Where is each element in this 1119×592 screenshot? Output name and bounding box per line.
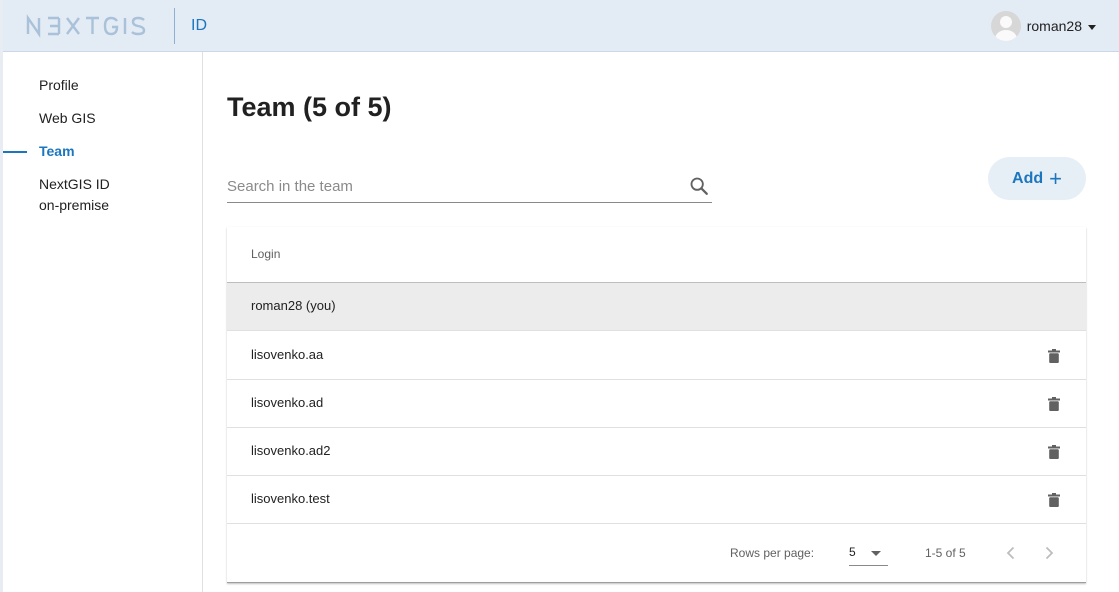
sidebar-item-web-gis[interactable]: Web GIS bbox=[39, 108, 96, 129]
caret-down-icon bbox=[871, 551, 881, 556]
column-header-login[interactable]: Login bbox=[251, 247, 280, 261]
user-menu[interactable]: roman28 bbox=[990, 11, 1096, 41]
sidebar-item-team[interactable]: Team bbox=[39, 141, 75, 162]
username: roman28 bbox=[1026, 18, 1082, 34]
active-indicator bbox=[3, 151, 27, 153]
table-header: Login bbox=[227, 227, 1086, 283]
chevron-right-icon[interactable] bbox=[1037, 541, 1061, 565]
trash-icon[interactable] bbox=[1048, 397, 1060, 411]
table-pagination: Rows per page: 5 1-5 of 5 bbox=[227, 524, 1086, 583]
trash-icon[interactable] bbox=[1048, 445, 1060, 459]
rows-per-page-label: Rows per page: bbox=[730, 546, 815, 560]
pagination-range: 1-5 of 5 bbox=[925, 546, 966, 560]
logo-wordmark bbox=[26, 14, 146, 38]
logo-divider bbox=[174, 8, 175, 44]
trash-icon[interactable] bbox=[1048, 493, 1060, 507]
row-login: lisovenko.test bbox=[251, 491, 330, 506]
search-field bbox=[227, 172, 712, 203]
table-row[interactable]: lisovenko.test bbox=[227, 476, 1086, 524]
search-icon[interactable] bbox=[688, 175, 710, 197]
sidebar-item-label: NextGIS ID bbox=[39, 176, 110, 192]
sidebar-item-profile[interactable]: Profile bbox=[39, 75, 79, 96]
table-row[interactable]: lisovenko.ad2 bbox=[227, 428, 1086, 476]
row-login: lisovenko.ad bbox=[251, 395, 324, 410]
plus-icon: + bbox=[1049, 165, 1062, 191]
table-row[interactable]: lisovenko.ad bbox=[227, 380, 1086, 428]
row-login: roman28 (you) bbox=[251, 298, 336, 313]
sidebar-item-on-premise[interactable]: NextGIS ID on-premise bbox=[39, 174, 110, 216]
rows-per-page-value: 5 bbox=[849, 545, 856, 559]
sidebar: Profile Web GIS Team NextGIS ID on-premi… bbox=[3, 52, 203, 592]
top-header: ID roman28 bbox=[3, 0, 1119, 52]
caret-down-icon bbox=[1088, 24, 1096, 30]
nextgis-logo[interactable] bbox=[26, 14, 158, 38]
search-input[interactable] bbox=[227, 174, 677, 198]
sidebar-item-label: on-premise bbox=[39, 197, 110, 213]
row-login: lisovenko.aa bbox=[251, 347, 324, 362]
table-row[interactable]: lisovenko.aa bbox=[227, 332, 1086, 380]
page-title: Team (5 of 5) bbox=[227, 92, 392, 122]
team-table: Login roman28 (you) lisovenko.aa lisoven… bbox=[227, 227, 1086, 583]
trash-icon[interactable] bbox=[1048, 349, 1060, 363]
app-id-label: ID bbox=[191, 17, 207, 34]
add-button-label: Add bbox=[1012, 169, 1044, 187]
chevron-left-icon[interactable] bbox=[999, 541, 1023, 565]
add-member-button[interactable]: Add + bbox=[988, 157, 1086, 200]
rows-per-page-select[interactable]: 5 bbox=[849, 540, 888, 566]
table-row[interactable]: roman28 (you) bbox=[227, 283, 1086, 331]
avatar-icon bbox=[990, 11, 1021, 41]
row-login: lisovenko.ad2 bbox=[251, 443, 331, 458]
